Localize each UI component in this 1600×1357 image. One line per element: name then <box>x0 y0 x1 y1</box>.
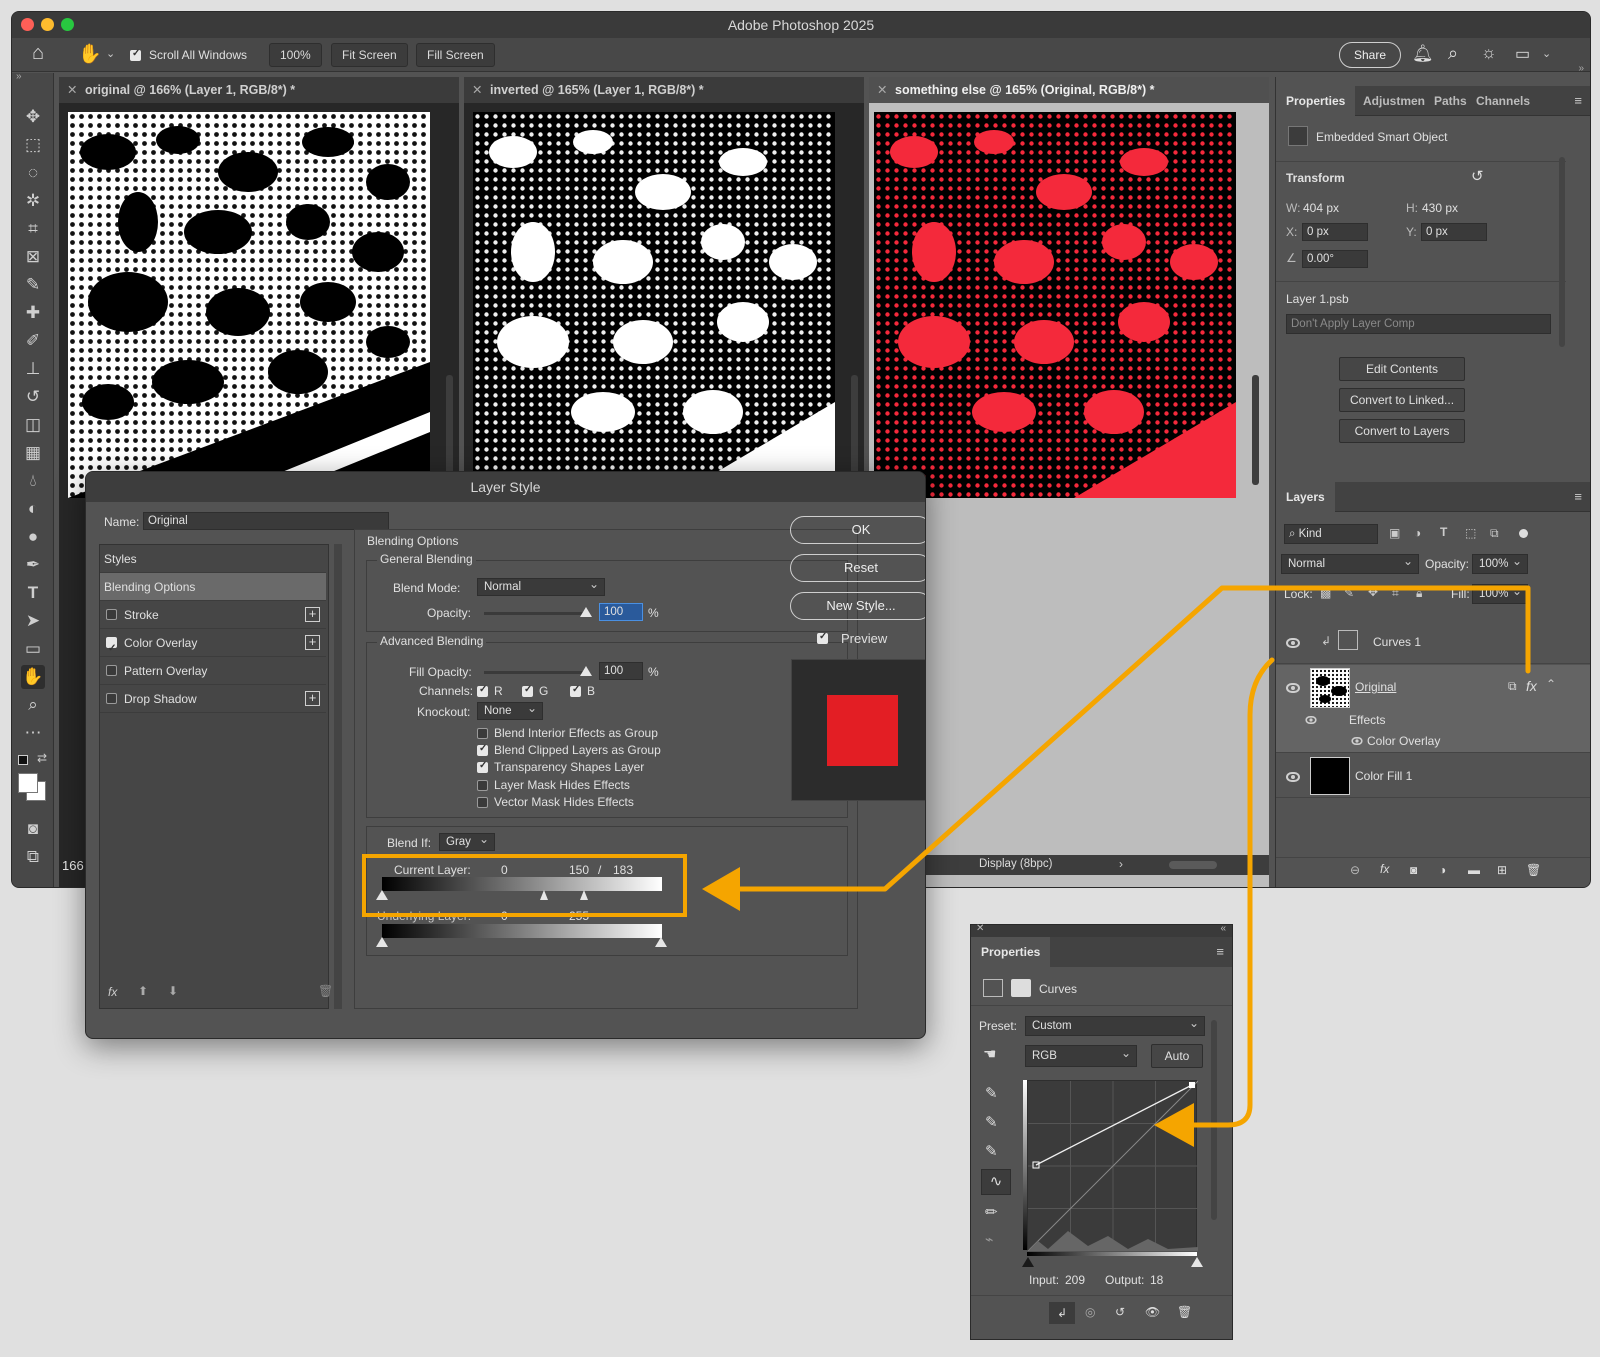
annotation-arrows <box>702 585 1531 1147</box>
arrow-path-to-blend-if <box>735 585 1531 892</box>
arrowhead-curves <box>1154 1103 1194 1147</box>
arrowhead-blend-if <box>702 867 740 911</box>
arrow-path-to-curves <box>1189 657 1275 1128</box>
